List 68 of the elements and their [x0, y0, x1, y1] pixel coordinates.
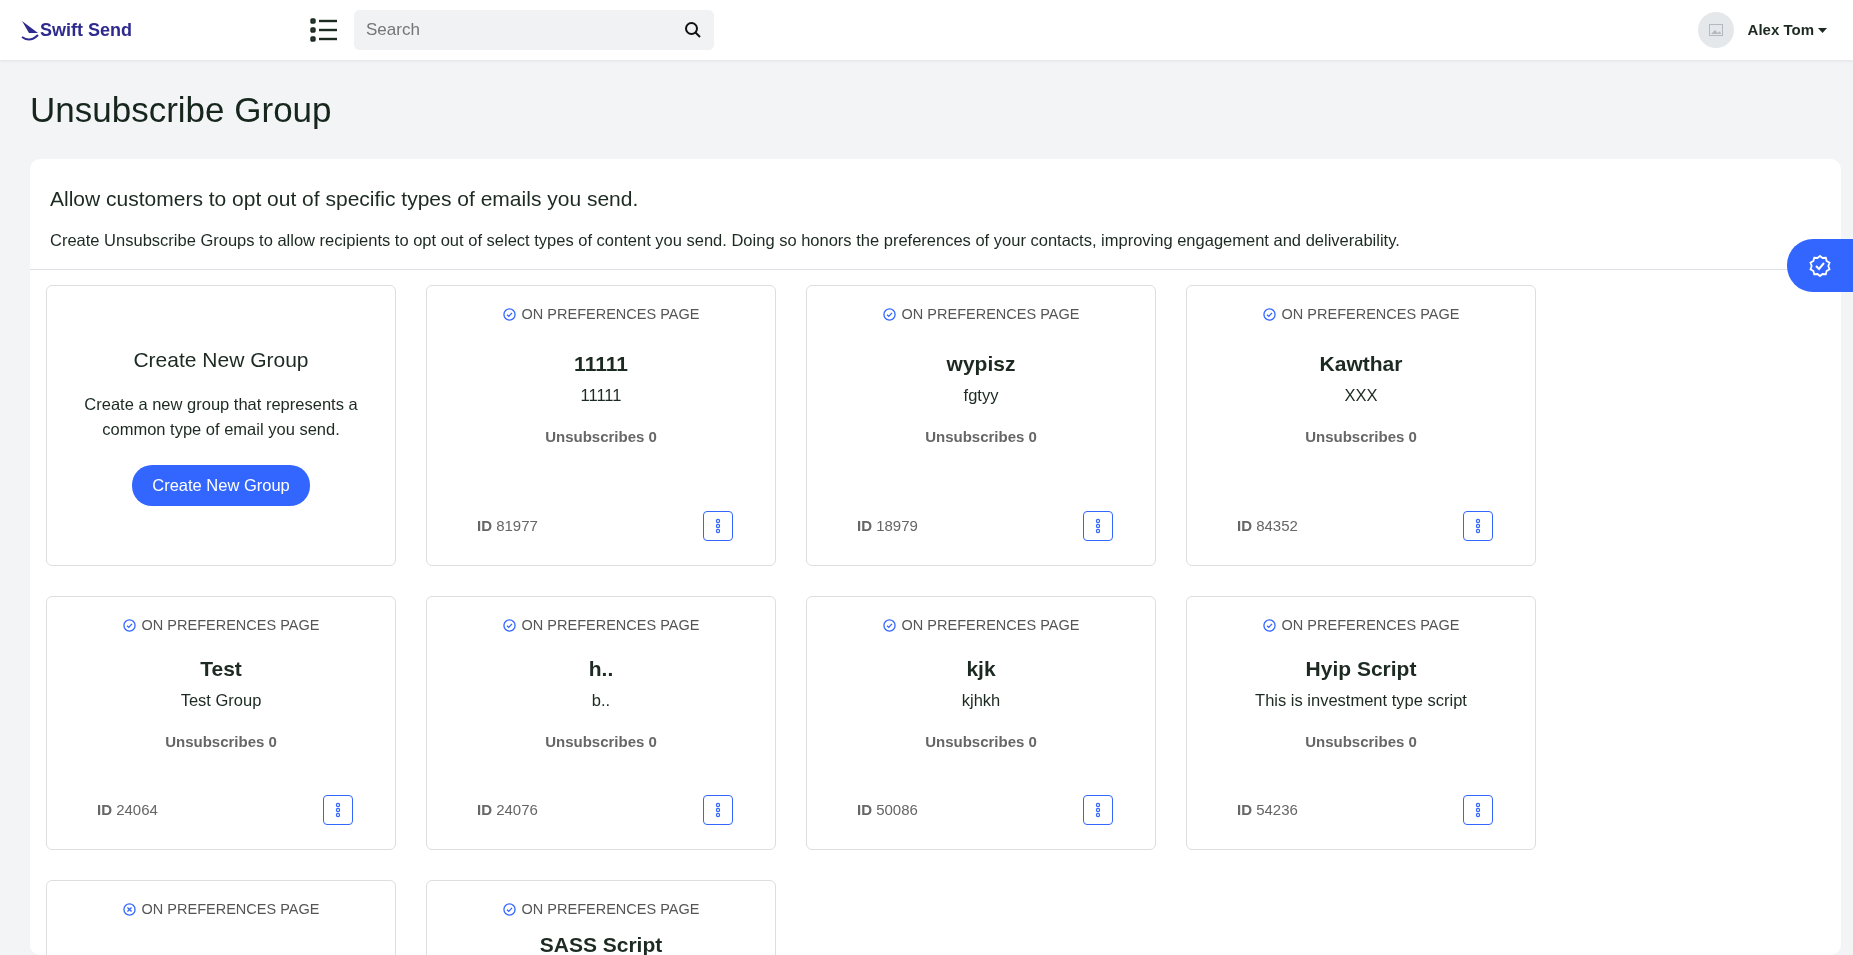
group-description: b..: [590, 690, 612, 711]
section-description: Create Unsubscribe Groups to allow recipients to opt out of select types of content you send. Doing so honors the preferences of your contacts, improving engagement and deliverability.: [50, 230, 1401, 251]
group-id: ID 84352: [1237, 515, 1298, 536]
unsubscribe-count: Unsubscribes 0: [544, 731, 658, 752]
unsubscribe-count: Unsubscribes 0: [1304, 731, 1418, 752]
status-label: ON PREFERENCES PAGE: [141, 899, 320, 919]
kebab-icon: [1475, 801, 1481, 818]
brand-name: Swift Send: [40, 18, 132, 42]
more-options-button[interactable]: [1463, 510, 1493, 541]
group-id: ID 24064: [97, 799, 158, 820]
group-description: Test Group: [179, 690, 263, 711]
brand-logo[interactable]: Swift Send: [20, 16, 310, 44]
kebab-icon: [1095, 801, 1101, 818]
more-options-button[interactable]: [1463, 794, 1493, 825]
verified-badge-button[interactable]: [1787, 239, 1853, 292]
menu-icon[interactable]: [310, 18, 338, 42]
card-title: Create New Group: [133, 347, 309, 374]
group-description: fgtyy: [962, 385, 1000, 406]
group-name: Hyip Script: [1304, 655, 1418, 682]
group-name: wypisz: [945, 350, 1017, 377]
group-description: This is investment type script: [1254, 690, 1468, 711]
image-icon: [1708, 24, 1723, 36]
kebab-icon: [715, 801, 721, 818]
verified-icon: [1808, 253, 1832, 278]
status-label: ON PREFERENCES PAGE: [1281, 304, 1460, 324]
plane-icon: [20, 19, 40, 41]
status-label: ON PREFERENCES PAGE: [521, 304, 700, 324]
group-name: Test: [199, 655, 243, 682]
group-name: 11111: [573, 350, 629, 377]
user-menu[interactable]: Alex Tom: [1741, 17, 1833, 43]
group-name: kjk: [965, 655, 997, 682]
group-name: SASS Script: [538, 931, 664, 955]
status-label: ON PREFERENCES PAGE: [521, 615, 700, 635]
search-icon[interactable]: [684, 21, 702, 39]
group-description: XXX: [1343, 385, 1379, 406]
kebab-icon: [1095, 517, 1101, 534]
unsubscribe-count: Unsubscribes 0: [544, 426, 658, 447]
section-heading: Allow customers to opt out of specific types of emails you send.: [50, 185, 640, 212]
group-id: ID 18979: [857, 515, 918, 536]
more-options-button[interactable]: [1083, 794, 1113, 825]
more-options-button[interactable]: [1083, 510, 1113, 541]
kebab-icon: [1475, 517, 1481, 534]
group-id: ID 24076: [477, 799, 538, 820]
unsubscribe-count: Unsubscribes 0: [924, 731, 1038, 752]
group-id: ID 81977: [477, 515, 538, 536]
status-label: ON PREFERENCES PAGE: [521, 899, 700, 919]
kebab-icon: [715, 517, 721, 534]
status-label: ON PREFERENCES PAGE: [901, 304, 1080, 324]
group-name: h..: [587, 655, 615, 682]
more-options-button[interactable]: [703, 794, 733, 825]
card-description: Create a new group that represents a common type of email you send.: [83, 393, 359, 440]
status-label: ON PREFERENCES PAGE: [141, 615, 320, 635]
create-group-button[interactable]: Create New Group: [132, 465, 310, 507]
group-description: 11111: [579, 385, 623, 406]
unsubscribe-count: Unsubscribes 0: [164, 731, 278, 752]
unsubscribe-count: Unsubscribes 0: [1304, 426, 1418, 447]
group-id: ID 54236: [1237, 799, 1298, 820]
caret-icon: [1818, 27, 1827, 33]
group-name: Kawthar: [1318, 350, 1404, 377]
kebab-icon: [335, 801, 341, 818]
status-label: ON PREFERENCES PAGE: [901, 615, 1080, 635]
unsubscribe-count: Unsubscribes 0: [924, 426, 1038, 447]
more-options-button[interactable]: [323, 794, 353, 825]
group-id: ID 50086: [857, 799, 918, 820]
page-title: Unsubscribe Group: [30, 89, 333, 131]
status-label: ON PREFERENCES PAGE: [1281, 615, 1460, 635]
more-options-button[interactable]: [703, 510, 733, 541]
group-description: kjhkh: [960, 690, 1002, 711]
